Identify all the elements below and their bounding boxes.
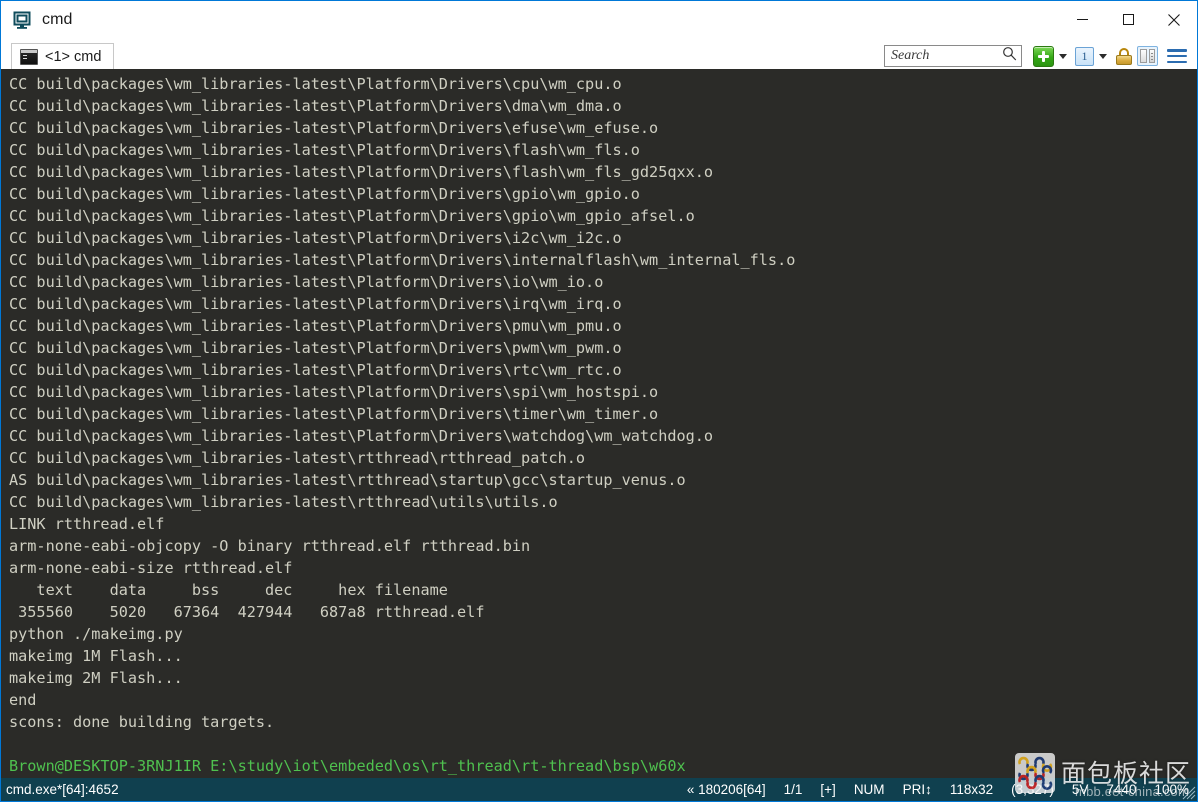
tab-bar: <1> cmd 1 xyxy=(1,38,1197,69)
maximize-button[interactable] xyxy=(1105,1,1151,38)
terminal-line: 355560 5020 67364 427944 687a8 rtthread.… xyxy=(9,603,485,621)
status-insert-mode: [+] xyxy=(820,782,836,797)
terminal-line: arm-none-eabi-size rtthread.elf xyxy=(9,559,293,577)
status-priority: PRI↕ xyxy=(902,782,932,797)
status-num-lock: NUM xyxy=(853,782,885,797)
status-bar: cmd.exe*[64]:4652 « 180206[64] 1/1 [+] N… xyxy=(1,778,1197,801)
terminal-line: LINK rtthread.elf xyxy=(9,515,165,533)
close-button[interactable] xyxy=(1151,1,1197,38)
status-version: « 180206[64] xyxy=(686,782,766,797)
split-view-button[interactable] xyxy=(1137,46,1158,66)
split-panes-icon xyxy=(1137,46,1158,66)
terminal-line: makeimg 1M Flash... xyxy=(9,647,183,665)
chevron-down-icon xyxy=(1059,53,1067,59)
console-app-icon xyxy=(13,10,33,30)
window-controls xyxy=(1059,1,1197,38)
terminal-line: CC build\packages\wm_libraries-latest\Pl… xyxy=(9,185,640,203)
search-icon[interactable] xyxy=(1002,46,1017,66)
terminal-line: makeimg 2M Flash... xyxy=(9,669,183,687)
tab-cmd-1[interactable]: <1> cmd xyxy=(11,43,115,69)
active-console-dropdown[interactable] xyxy=(1096,46,1110,66)
terminal-line: python ./makeimg.py xyxy=(9,625,183,643)
resize-grip[interactable] xyxy=(1182,786,1196,800)
terminal-line: CC build\packages\wm_libraries-latest\Pl… xyxy=(9,97,622,115)
terminal-line: CC build\packages\wm_libraries-latest\Pl… xyxy=(9,383,659,401)
minimize-button[interactable] xyxy=(1059,1,1105,38)
terminal-line: scons: done building targets. xyxy=(9,713,275,731)
tab-label: <1> cmd xyxy=(45,48,102,65)
main-menu-button[interactable] xyxy=(1162,48,1187,64)
terminal-line: CC build\packages\wm_libraries-latest\Pl… xyxy=(9,317,622,335)
plus-icon xyxy=(1033,45,1054,67)
terminal-line: CC build\packages\wm_libraries-latest\Pl… xyxy=(9,251,796,269)
terminal-line: Brown@DESKTOP-3RNJ1IR E:\study\iot\embed… xyxy=(9,757,686,775)
lock-icon xyxy=(1115,47,1133,66)
terminal-line: CC build\packages\wm_libraries-latest\Pl… xyxy=(9,295,622,313)
status-tab-index: 1/1 xyxy=(783,782,803,797)
title-bar: cmd xyxy=(1,1,1197,38)
new-console-dropdown[interactable] xyxy=(1056,46,1070,66)
terminal-line: end xyxy=(9,691,37,709)
conemu-window: cmd <1> cmd Search 1 CC build\packages\w… xyxy=(0,0,1198,802)
new-console-button[interactable] xyxy=(1033,45,1054,67)
terminal-line: CC build\packages\wm_libraries-latest\Pl… xyxy=(9,229,622,247)
tab-toolbar: 1 xyxy=(884,45,1197,69)
status-indicators: « 180206[64] 1/1 [+] NUM PRI↕ 118x32 (3,… xyxy=(687,782,1193,797)
chevron-down-icon xyxy=(1099,53,1107,59)
terminal-line: CC build\packages\wm_libraries-latest\Pl… xyxy=(9,163,714,181)
terminal-line: CC build\packages\wm_libraries-latest\Pl… xyxy=(9,75,622,93)
active-console-button[interactable]: 1 xyxy=(1075,46,1094,66)
status-memory: 7440 xyxy=(1106,782,1137,797)
hamburger-menu-icon xyxy=(1167,48,1187,64)
terminal-line: CC build\packages\wm_libraries-latest\Pl… xyxy=(9,361,622,379)
console-number-icon: 1 xyxy=(1075,46,1094,66)
terminal-line: CC build\packages\wm_libraries-latest\rt… xyxy=(9,449,586,467)
terminal-line: arm-none-eabi-objcopy -O binary rtthread… xyxy=(9,537,531,555)
terminal-line: CC build\packages\wm_libraries-latest\Pl… xyxy=(9,405,659,423)
terminal-line: AS build\packages\wm_libraries-latest\rt… xyxy=(9,471,686,489)
search-input[interactable] xyxy=(891,48,1000,64)
status-process: cmd.exe*[64]:4652 xyxy=(6,782,119,797)
terminal-line: CC build\packages\wm_libraries-latest\Pl… xyxy=(9,141,640,159)
terminal-line: text data bss dec hex filename xyxy=(9,581,448,599)
terminal-line: CC build\packages\wm_libraries-latest\rt… xyxy=(9,493,558,511)
terminal-line: CC build\packages\wm_libraries-latest\Pl… xyxy=(9,339,622,357)
terminal-line: CC build\packages\wm_libraries-latest\Pl… xyxy=(9,427,714,445)
status-voltage: 5V xyxy=(1071,782,1089,797)
status-cursor-position: (3,327) xyxy=(1011,782,1054,797)
terminal-output[interactable]: CC build\packages\wm_libraries-latest\Pl… xyxy=(1,69,1197,778)
status-console-size: 118x32 xyxy=(949,782,994,797)
terminal-line: CC build\packages\wm_libraries-latest\Pl… xyxy=(9,273,604,291)
terminal-line: CC build\packages\wm_libraries-latest\Pl… xyxy=(9,207,695,225)
console-tab-icon xyxy=(20,48,38,65)
lock-button[interactable] xyxy=(1115,47,1133,66)
window-title: cmd xyxy=(42,10,73,28)
terminal-line: CC build\packages\wm_libraries-latest\Pl… xyxy=(9,119,659,137)
search-box[interactable] xyxy=(884,45,1022,67)
